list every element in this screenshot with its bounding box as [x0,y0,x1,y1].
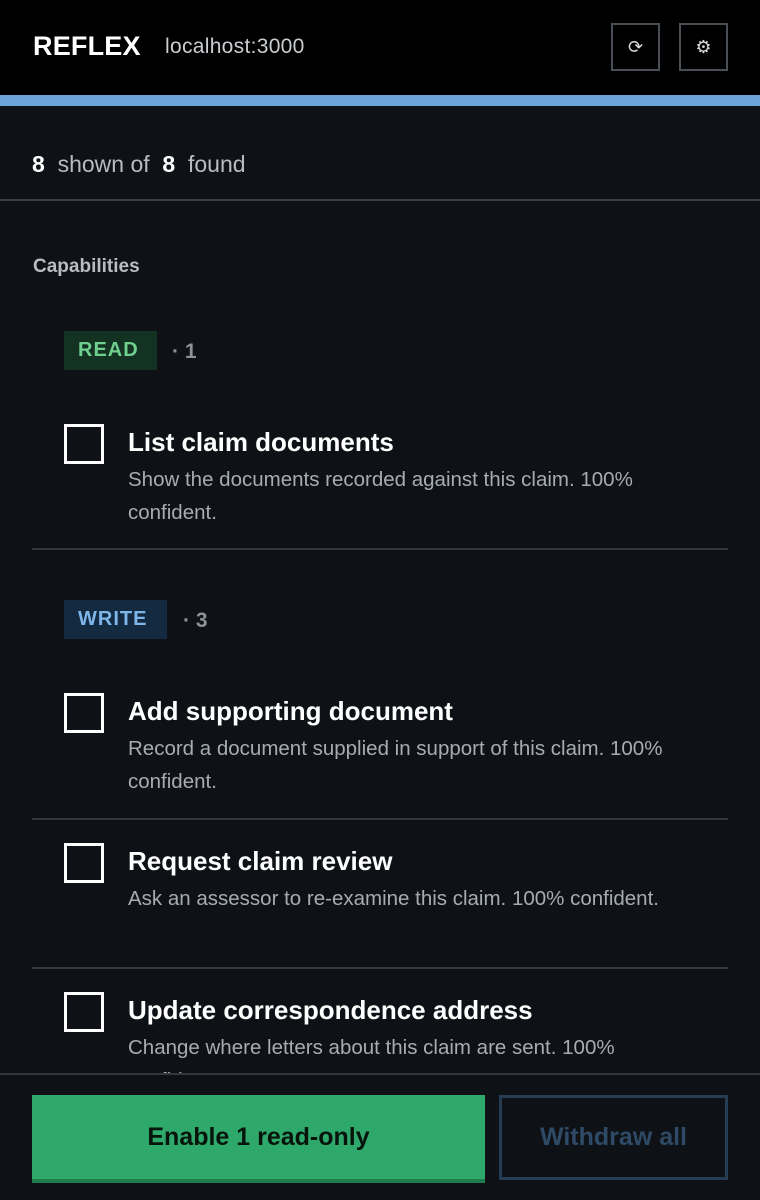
capability-description: Show the documents recorded against this… [128,468,633,524]
accent-bar [0,95,760,106]
capability-description: Change where letters about this claim ar… [128,1036,615,1073]
app-header: REFLEX localhost:3000 ⟳ ⚙ [0,0,760,95]
settings-button[interactable]: ⚙ [679,23,728,71]
refresh-icon: ⟳ [627,36,644,57]
capability-description: Ask an assessor to re-examine this claim… [128,887,659,910]
shown-count: 8 [32,151,45,177]
enable-read-only-button[interactable]: Enable 1 read-only [32,1095,485,1183]
write-tag: WRITE [64,600,167,639]
capability-title: Request claim review [128,846,393,876]
divider [0,199,760,201]
divider [32,548,728,550]
divider [32,967,728,969]
capability-checkbox[interactable] [64,843,104,883]
main-content: REFLEX localhost:3000 ⟳ ⚙ 8 shown of 8 f… [0,0,760,1073]
capability-title: List claim documents [128,427,394,457]
divider [32,818,728,820]
capability-checkbox[interactable] [64,693,104,733]
result-count: 8 shown of 8 found [32,151,246,178]
capability-title: Update correspondence address [128,995,533,1025]
section-title: Capabilities [33,256,140,277]
gear-icon: ⚙ [695,36,712,57]
refresh-button[interactable]: ⟳ [611,23,660,71]
brand-logo: REFLEX [33,31,141,61]
found-count: 8 [162,151,176,177]
shown-label: shown of [57,151,150,177]
withdraw-all-button[interactable]: Withdraw all [499,1095,728,1180]
host-label: localhost:3000 [165,35,305,58]
found-label: found [188,151,246,177]
capability-description: Record a document supplied in support of… [128,737,663,793]
read-count: · 1 [172,340,197,363]
read-tag: READ [64,331,157,370]
capability-title: Add supporting document [128,696,453,726]
capability-checkbox[interactable] [64,424,104,464]
write-count: · 3 [183,609,208,632]
capability-checkbox[interactable] [64,992,104,1032]
